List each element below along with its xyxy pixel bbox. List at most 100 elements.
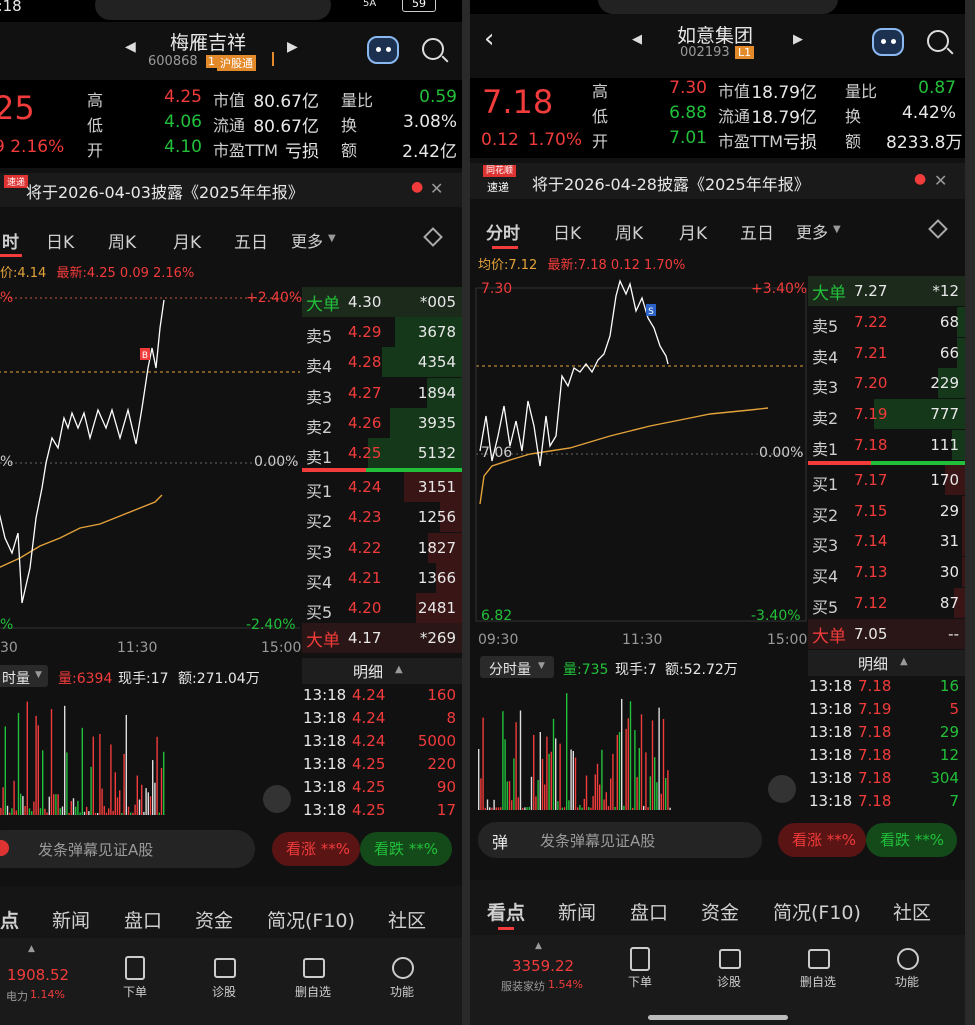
prev-stock-icon[interactable]: ◀ [632,32,642,47]
order-book-row[interactable]: 卖5 4.29 3678 [302,317,462,348]
btab-highlights[interactable]: 点 [0,906,19,933]
order-book-row[interactable]: 买3 7.14 31 [808,526,965,557]
tab-monthly-k[interactable]: 月K [173,228,201,253]
tab-weekly-k[interactable]: 周K [108,228,136,253]
order-book-row[interactable]: 大单 4.30 *005 [302,287,462,317]
btab-orderbook[interactable]: 盘口 [124,906,162,933]
fullscreen-icon[interactable] [263,785,291,813]
order-book-row[interactable]: 卖1 7.18 111 [808,430,965,460]
btab-capital[interactable]: 资金 [701,898,739,925]
btab-orderbook[interactable]: 盘口 [630,898,668,925]
search-icon[interactable] [422,38,449,63]
order-book-row[interactable]: 大单 4.17 *269 [302,623,462,654]
order-book-row[interactable]: 卖2 4.26 3935 [302,407,462,438]
order-book-row[interactable]: 大单 7.05 -- [808,618,965,649]
next-stock-icon[interactable]: ▶ [793,32,803,47]
order-book-row[interactable]: 卖3 4.27 1894 [302,377,462,408]
tab-five-day[interactable]: 五日 [740,219,774,244]
diagnose-icon[interactable] [214,958,236,978]
index-value[interactable]: 3359.22 [512,957,574,975]
search-icon[interactable] [927,30,954,55]
btab-community[interactable]: 社区 [893,898,931,925]
tab-intraday[interactable]: 分时 [486,219,520,244]
remove-watch-icon[interactable] [808,949,830,969]
tab-more[interactable]: 更多 [291,228,323,252]
order-book-row[interactable]: 买4 4.21 1366 [302,562,462,593]
tab-monthly-k[interactable]: 月K [679,219,707,244]
order-book-row[interactable]: 卖1 4.25 5132 [302,438,462,468]
nav-order[interactable]: 下单 [610,973,670,990]
btab-capital[interactable]: 资金 [195,906,233,933]
order-book-row[interactable]: 买1 7.17 170 [808,464,965,495]
menu-icon[interactable] [392,957,414,979]
danmu-input[interactable]: 弹 发条弹幕见证A股 [478,822,762,858]
expand-up-icon[interactable]: ▲ [28,944,35,954]
close-icon[interactable]: ✕ [934,171,947,190]
order-book-row[interactable]: 买4 7.13 30 [808,557,965,588]
intraday-chart[interactable]: S [470,276,808,632]
menu-icon[interactable] [897,948,919,970]
order-book-row[interactable]: 卖3 7.20 229 [808,368,965,399]
order-book-row[interactable]: 卖2 7.19 777 [808,399,965,430]
order-book-row[interactable]: 买1 4.24 3151 [302,472,462,503]
order-volume: 1256 [417,508,456,527]
order-icon[interactable] [125,956,145,980]
announcement-banner[interactable]: 同花顺 速递 将于2026-04-28披露《2025年年报》 ● ✕ [470,163,965,199]
order-book-row[interactable]: 买2 4.23 1256 [302,502,462,533]
btab-news[interactable]: 新闻 [52,906,90,933]
fall-button[interactable]: 看跌 **% [360,832,452,866]
index-value[interactable]: 1908.52 [7,966,69,984]
nav-diagnose[interactable]: 诊股 [699,973,759,990]
expand-up-icon[interactable]: ▲ [535,941,542,951]
assistant-robot-icon[interactable] [367,36,399,64]
nav-remove-watch[interactable]: 删自选 [788,973,848,990]
btab-f10[interactable]: 简况(F10) [773,898,861,925]
nav-function[interactable]: 功能 [372,983,432,1000]
tab-daily-k[interactable]: 日K [46,228,74,253]
order-book-row[interactable]: 卖4 4.28 4354 [302,347,462,378]
nav-order[interactable]: 下单 [105,983,165,1000]
order-book-row[interactable]: 卖4 7.21 66 [808,337,965,368]
index-pct: 1.14% [30,988,65,1001]
nav-remove-watch[interactable]: 删自选 [283,983,343,1000]
tab-weekly-k[interactable]: 周K [615,219,643,244]
rise-button[interactable]: 看涨 **% [778,823,866,857]
order-book-row[interactable]: 买5 7.12 87 [808,588,965,618]
btab-f10[interactable]: 简况(F10) [267,906,355,933]
volume-bar [577,807,579,810]
fall-button[interactable]: 看跌 **% [866,823,957,857]
assistant-robot-icon[interactable] [872,28,904,56]
settings-icon[interactable] [423,227,443,247]
close-icon[interactable]: ✕ [430,179,443,198]
rise-button[interactable]: 看涨 **% [272,832,360,866]
next-stock-icon[interactable]: ▶ [287,39,298,55]
tab-daily-k[interactable]: 日K [553,219,581,244]
btab-news[interactable]: 新闻 [558,898,596,925]
btab-highlights[interactable]: 看点 [487,898,525,925]
order-book-row[interactable]: 大单 7.27 *12 [808,276,965,306]
volume-bar [53,794,55,815]
tab-intraday[interactable]: 时 [2,228,19,253]
nav-function[interactable]: 功能 [877,973,937,990]
quote-stat-1-5: 3.08% [402,112,457,132]
back-icon[interactable]: ‹ [484,24,494,54]
announcement-banner[interactable]: 速递 将于2026-04-03披露《2025年年报》 ● ✕ [0,173,462,207]
order-book-row[interactable]: 买5 4.20 2481 [302,593,462,623]
order-book-row[interactable]: 买2 7.15 29 [808,495,965,526]
nav-diagnose[interactable]: 诊股 [194,983,254,1000]
settings-icon[interactable] [928,219,948,239]
remove-watch-icon[interactable] [303,958,325,978]
diagnose-icon[interactable] [719,949,741,969]
fullscreen-icon[interactable] [768,775,796,803]
order-book-row[interactable]: 卖5 7.22 68 [808,306,965,337]
order-icon[interactable] [630,947,650,971]
danmu-input[interactable]: 发条弹幕见证A股 [0,830,255,868]
prev-stock-icon[interactable]: ◀ [125,39,136,55]
volume-bar [588,807,590,810]
tab-more[interactable]: 更多 [796,219,828,243]
order-book-row[interactable]: 买3 4.22 1827 [302,532,462,563]
tab-five-day[interactable]: 五日 [234,228,268,253]
detail-header[interactable]: 明细 ▲ [808,650,965,676]
detail-header[interactable]: 明细 ▲ [302,658,462,684]
btab-community[interactable]: 社区 [388,906,426,933]
